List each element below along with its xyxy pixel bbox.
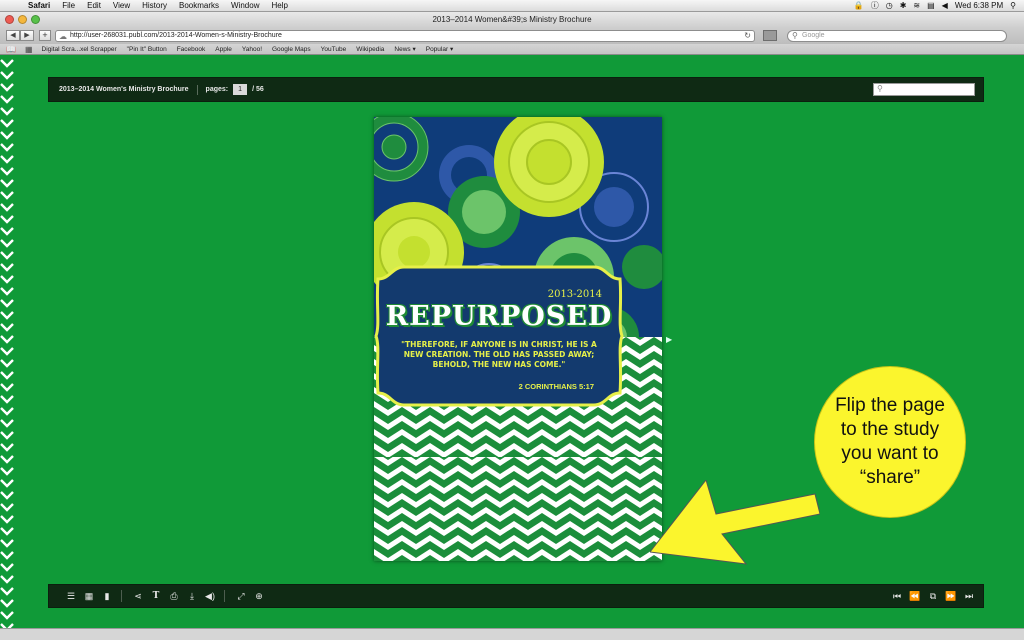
minimize-window-icon[interactable] <box>18 15 27 24</box>
document-title: 2013–2014 Women's Ministry Brochure <box>59 86 189 93</box>
browser-toolbar: ◀ ▶ + ☁ http://user-268031.publ.com/2013… <box>0 27 1024 44</box>
page-navigation: ⏮ ⏪ ⧉ ⏩ ⏭ <box>887 588 977 604</box>
fullscreen-icon[interactable]: ⤢ <box>233 588 249 604</box>
spread-view-icon[interactable]: ⧉ <box>925 588 941 604</box>
document-search-input[interactable]: ⚲ <box>873 83 975 96</box>
bookmark-facebook[interactable]: Facebook <box>177 46 206 53</box>
menu-edit[interactable]: Edit <box>81 1 107 10</box>
verse-reference: 2 CORINTHIANS 5:17 <box>518 382 594 391</box>
brochure-page[interactable]: 2013-2014 REPURPOSED "Therefore, if anyo… <box>374 117 662 561</box>
reader-icon[interactable] <box>763 30 777 41</box>
top-sites-icon[interactable]: ▦ <box>25 45 33 54</box>
year-label: 2013-2014 <box>547 289 602 300</box>
menu-bookmarks[interactable]: Bookmarks <box>173 1 225 10</box>
close-window-icon[interactable] <box>5 15 14 24</box>
first-page-icon[interactable]: ⏮ <box>889 588 905 604</box>
flag-icon[interactable]: ▤ <box>927 1 935 10</box>
list-icon[interactable]: ☰ <box>63 588 79 604</box>
next-page-icon[interactable]: ⏩ <box>943 588 959 604</box>
verse-text: "Therefore, if anyone is in Christ, he i… <box>401 340 597 369</box>
chevron-border <box>0 56 14 640</box>
forward-button[interactable]: ▶ <box>20 30 34 41</box>
site-icon: ☁ <box>59 31 67 41</box>
lock-icon[interactable]: 🔒 <box>854 1 864 10</box>
bookmarks-bar: 📖 ▦ Digital Scra...xel Scrapper "Pin It"… <box>0 44 1024 55</box>
share-icon[interactable]: ⋖ <box>130 588 146 604</box>
menu-safari[interactable]: Safari <box>22 1 56 10</box>
window-titlebar: 2013–2014 Women&#39;s Ministry Brochure <box>0 12 1024 27</box>
bookmark-news[interactable]: News ▾ <box>394 45 415 53</box>
bookmark-apple[interactable]: Apple <box>215 46 232 53</box>
search-field[interactable]: ⚲ Google <box>787 29 1007 42</box>
viewer-top-bar: 2013–2014 Women's Ministry Brochure page… <box>48 77 984 102</box>
bluetooth-icon[interactable]: ✱ <box>900 1 907 10</box>
download-icon[interactable]: ⤓ <box>184 588 200 604</box>
menu-view[interactable]: View <box>107 1 136 10</box>
viewer-bottom-bar: ☰ ▦ ▮ ⋖ T ⎙ ⤓ ◀) ⤢ ⊕ ⏮ ⏪ ⧉ ⏩ ⏭ <box>48 584 984 608</box>
divider <box>224 590 225 602</box>
chevron-pattern <box>374 457 662 561</box>
clock[interactable]: Wed 6:38 PM <box>955 1 1003 10</box>
bookmark-pin-it[interactable]: "Pin It" Button <box>127 46 167 53</box>
window-controls <box>5 15 40 24</box>
search-icon: ⚲ <box>792 30 798 40</box>
menu-file[interactable]: File <box>56 1 81 10</box>
sound-icon[interactable]: ◀) <box>202 588 218 604</box>
pointer-arrow <box>650 480 820 565</box>
add-bookmark-button[interactable]: + <box>39 30 51 41</box>
window-bottom-edge <box>0 628 1024 640</box>
back-button[interactable]: ◀ <box>6 30 20 41</box>
divider <box>196 84 198 95</box>
menu-history[interactable]: History <box>136 1 173 10</box>
bookmark-yahoo[interactable]: Yahoo! <box>242 46 262 53</box>
spotlight-icon[interactable]: ⚲ <box>1010 1 1016 10</box>
menu-help[interactable]: Help <box>265 1 293 10</box>
divider <box>121 590 122 602</box>
volume-icon[interactable]: ◀ <box>942 1 948 10</box>
pages-label: pages: <box>205 86 229 93</box>
search-icon: ⚲ <box>877 84 883 93</box>
last-page-icon[interactable]: ⏭ <box>961 588 977 604</box>
time-machine-icon[interactable]: ◷ <box>886 1 893 10</box>
zoom-icon[interactable]: ⊕ <box>251 588 267 604</box>
previous-page-icon[interactable]: ⏪ <box>907 588 923 604</box>
bookmark-popular[interactable]: Popular ▾ <box>426 45 453 53</box>
instruction-callout: Flip the page to the study you want to “… <box>814 366 966 518</box>
bookmark-digital-scrapper[interactable]: Digital Scra...xel Scrapper <box>42 46 117 53</box>
wifi-icon[interactable]: ≋ <box>913 1 920 10</box>
bookmark-wikipedia[interactable]: Wikipedia <box>356 46 384 53</box>
address-text: http://user-268031.publ.com/2013-2014-Wo… <box>70 31 282 39</box>
print-icon[interactable]: ⎙ <box>166 588 182 604</box>
total-pages: / 56 <box>252 86 264 93</box>
headline: REPURPOSED <box>385 301 613 332</box>
page-number-input[interactable]: 1 <box>233 84 248 95</box>
info-icon[interactable]: ⓘ <box>871 0 879 11</box>
grid-icon[interactable]: ▦ <box>81 588 97 604</box>
text-icon[interactable]: T <box>148 588 164 604</box>
bookmark-icon[interactable]: ▮ <box>99 588 115 604</box>
callout-text: Flip the page to the study you want to “… <box>835 395 945 488</box>
reading-list-icon[interactable]: 📖 <box>6 45 16 54</box>
menubar: Safari File Edit View History Bookmarks … <box>0 0 1024 12</box>
bookmark-youtube[interactable]: YouTube <box>321 46 347 53</box>
zoom-window-icon[interactable] <box>31 15 40 24</box>
status-icons: 🔒 ⓘ ◷ ✱ ≋ ▤ ◀ Wed 6:38 PM ⚲ <box>854 0 1024 11</box>
reload-icon[interactable]: ↻ <box>744 31 751 41</box>
bookmark-google-maps[interactable]: Google Maps <box>272 46 311 53</box>
next-page-arrow-icon[interactable]: ▶ <box>666 335 672 344</box>
banner-text: 2013-2014 REPURPOSED "Therefore, if anyo… <box>374 265 624 407</box>
window-title: 2013–2014 Women&#39;s Ministry Brochure <box>432 15 592 24</box>
menu-window[interactable]: Window <box>225 1 265 10</box>
address-bar[interactable]: ☁ http://user-268031.publ.com/2013-2014-… <box>55 29 755 42</box>
search-placeholder: Google <box>802 31 825 39</box>
